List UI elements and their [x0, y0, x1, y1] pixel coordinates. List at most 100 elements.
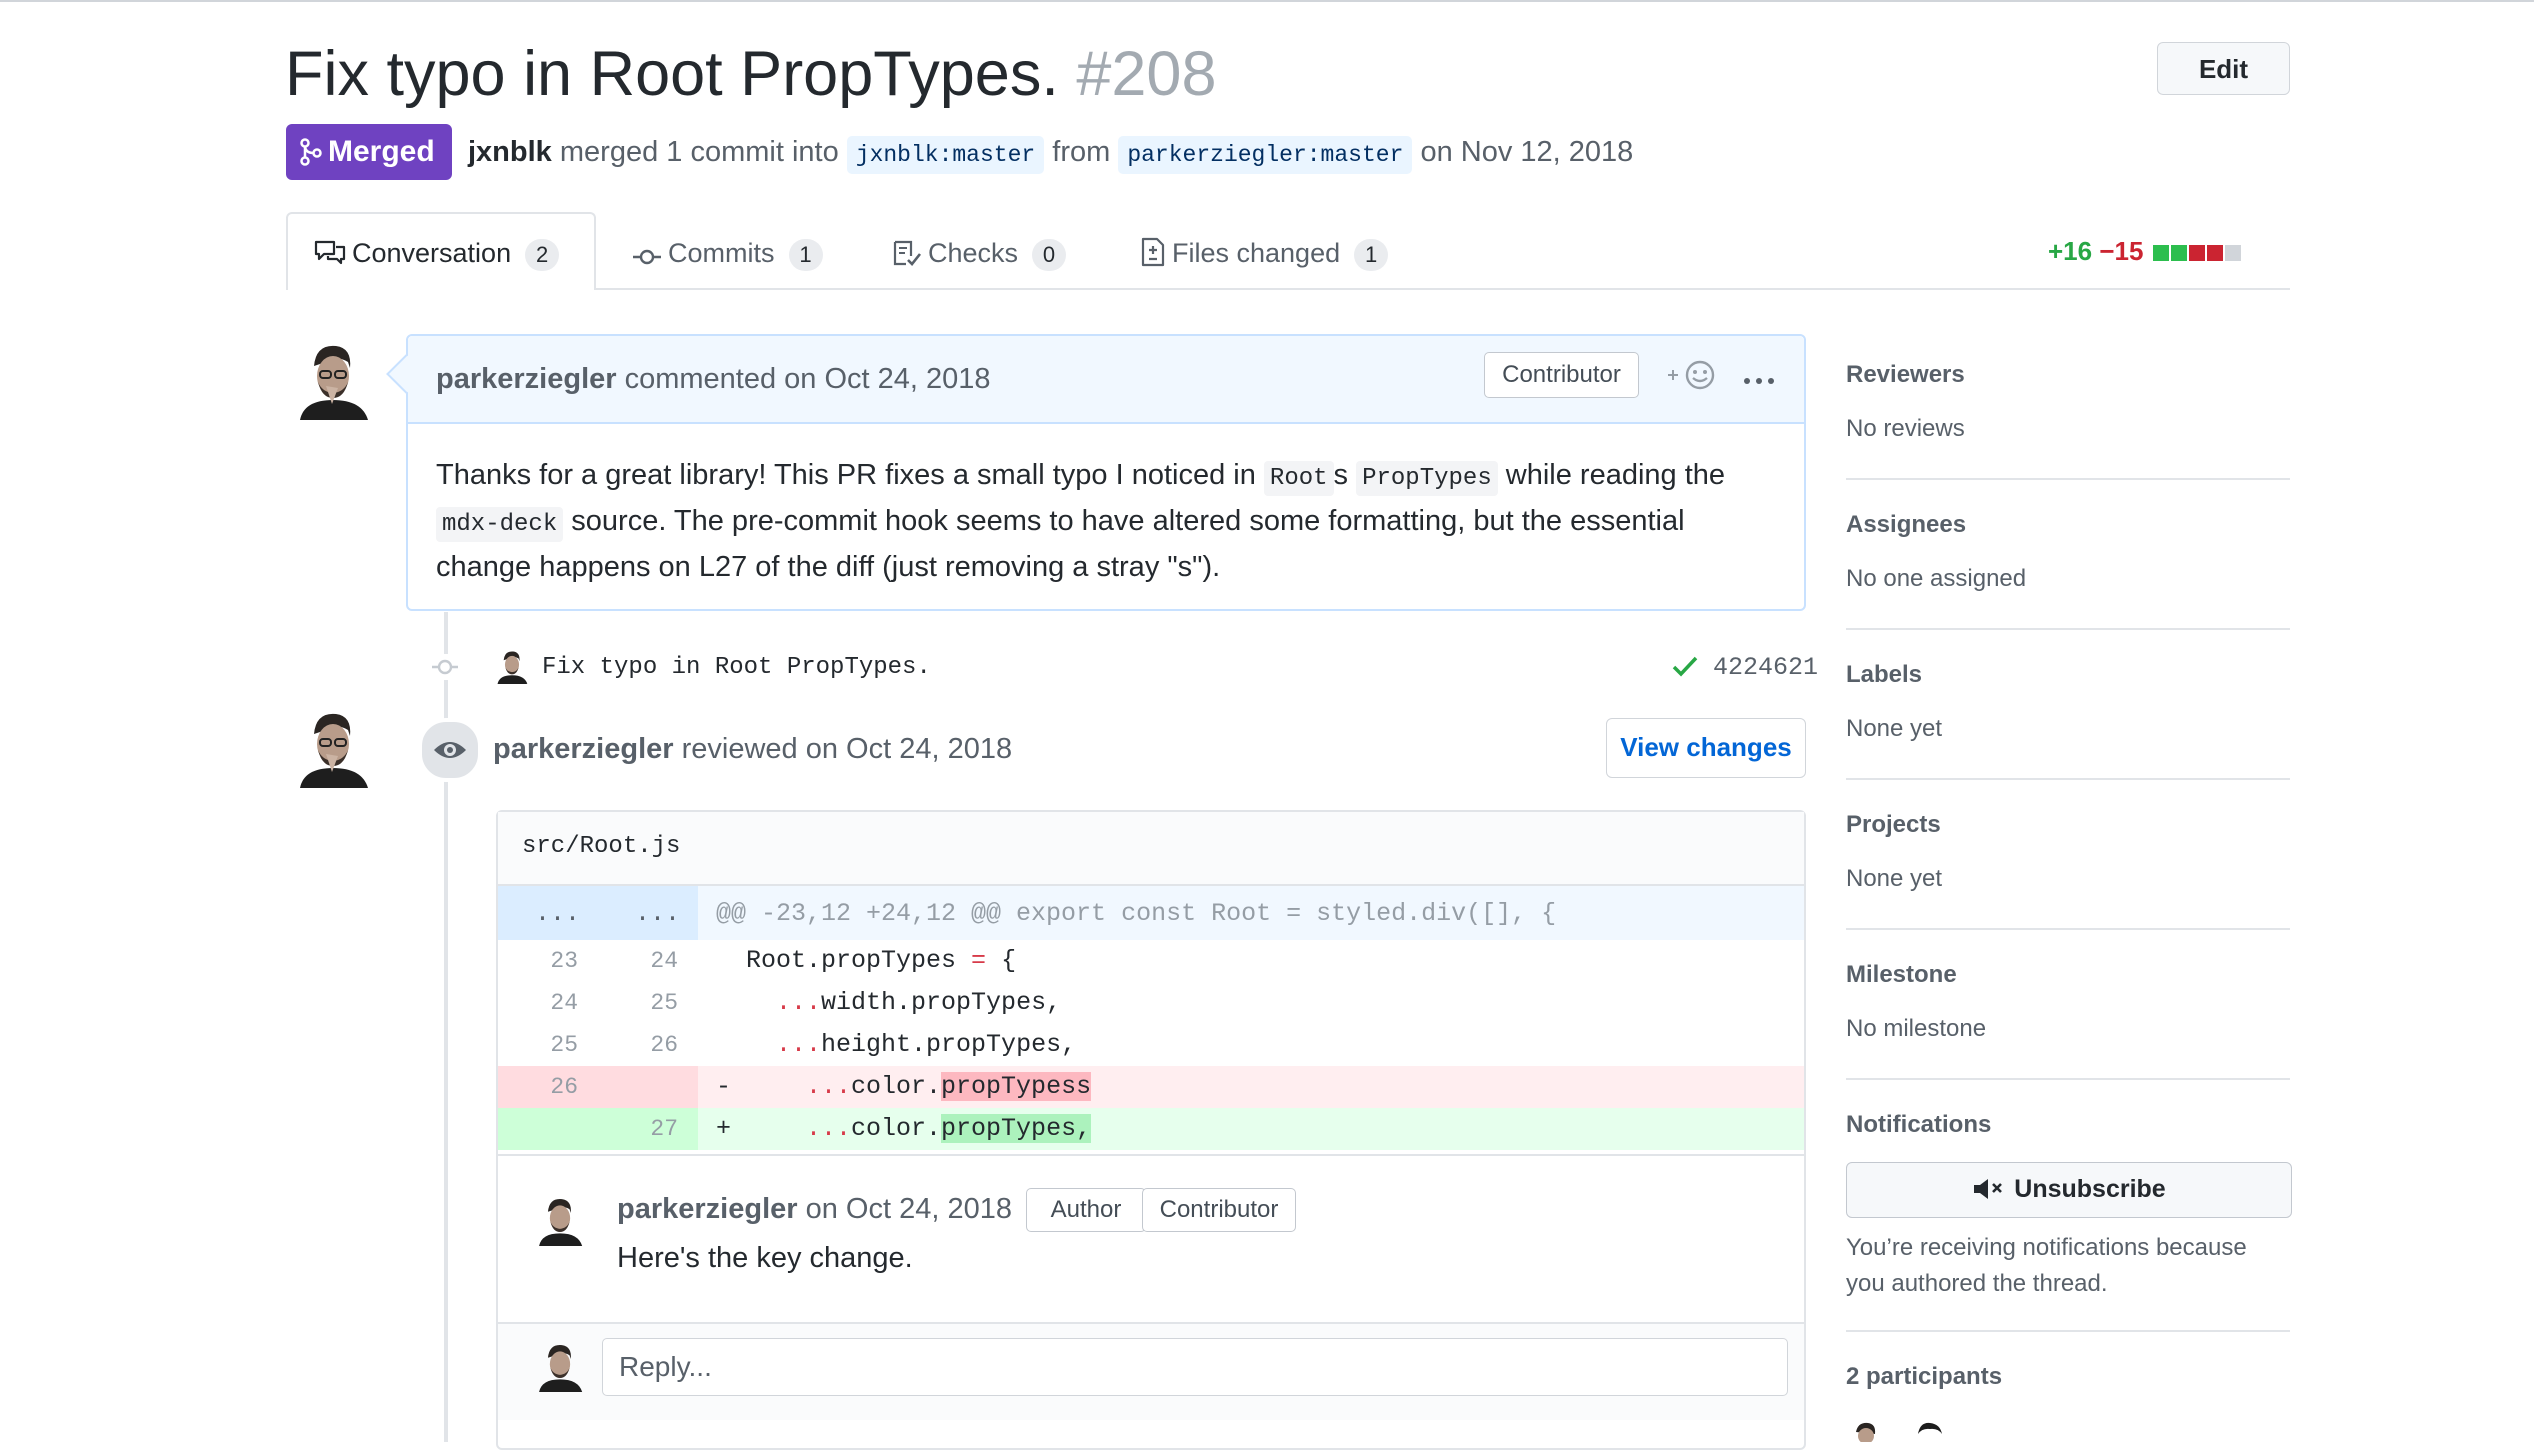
reply-avatar — [534, 1340, 586, 1392]
checklist-icon — [893, 240, 922, 266]
add-reaction-icon[interactable] — [1664, 357, 1720, 398]
tab-counter: 0 — [1032, 239, 1067, 271]
new-line-number[interactable]: 27 — [598, 1108, 678, 1150]
reviewers-title[interactable]: Reviewers — [1846, 360, 1965, 390]
code-text: Root.propTypes = { — [716, 946, 1017, 975]
diffstat-block-del — [2206, 245, 2223, 261]
merged-status-badge: Merged — [286, 124, 452, 180]
inline-code: mdx-deck — [436, 507, 564, 542]
projects-title[interactable]: Projects — [1846, 810, 1941, 840]
pr-title-text: Fix typo in Root PropTypes. — [285, 39, 1059, 109]
inline-code: Root — [1263, 461, 1334, 496]
diff-line: 24 25 ...width.propTypes, — [498, 982, 1804, 1024]
tab-counter: 1 — [788, 239, 823, 271]
tab-label: Files changed — [1172, 238, 1341, 268]
commit-avatar[interactable] — [494, 648, 530, 684]
additions-count: +16 — [2048, 236, 2093, 266]
old-line-number[interactable]: 25 — [498, 1024, 578, 1066]
comment-text: source. The pre-commit hook seems to hav… — [436, 505, 1685, 583]
author-label: Author — [1026, 1188, 1146, 1232]
tab-files-changed[interactable]: Files changed 1 — [1140, 236, 1389, 271]
comment-timestamp[interactable]: commented on Oct 24, 2018 — [625, 363, 991, 395]
old-line-number[interactable]: 24 — [498, 982, 578, 1024]
participant-avatar[interactable] — [1910, 1422, 1950, 1442]
git-commit-icon — [432, 654, 458, 680]
hunk-expand-left[interactable]: ... — [535, 893, 580, 935]
reviewer-avatar[interactable] — [292, 706, 374, 788]
view-changes-button[interactable]: View changes — [1606, 718, 1806, 778]
spread-operator: ... — [776, 1030, 822, 1059]
projects-value: None yet — [1846, 865, 1943, 892]
diff-file-header — [498, 812, 1804, 886]
code-text: ...color.propTypes, — [806, 1114, 1092, 1143]
unsubscribe-button[interactable]: Unsubscribe — [1846, 1162, 2292, 1218]
inline-comment-avatar[interactable] — [534, 1194, 586, 1246]
comment-text: s — [1333, 459, 1357, 491]
new-line-number[interactable]: 26 — [598, 1024, 678, 1066]
review-badge — [418, 718, 482, 782]
diff-code: ...color.propTypes, — [746, 1108, 1092, 1150]
merge-text: merged 1 commit into — [559, 136, 839, 168]
spread-operator: ... — [806, 1072, 852, 1101]
tab-counter: 1 — [1354, 239, 1389, 271]
sidebar-divider — [1846, 478, 2290, 480]
hunk-expand-right[interactable]: ... — [635, 893, 680, 935]
labels-title[interactable]: Labels — [1846, 660, 1922, 690]
reviewers-value: No reviews — [1846, 415, 1965, 442]
inline-code: PropTypes — [1356, 461, 1498, 496]
milestone-title[interactable]: Milestone — [1846, 960, 1957, 990]
unsubscribe-label: Unsubscribe — [2014, 1175, 2166, 1203]
comment-body: Thanks for a great library! This PR fixe… — [436, 454, 1786, 588]
new-line-number[interactable]: 24 — [598, 940, 678, 982]
inline-comment-date[interactable]: on Oct 24, 2018 — [806, 1193, 1012, 1225]
avatar[interactable] — [292, 338, 374, 420]
git-merge-icon — [300, 138, 322, 166]
commit-sha[interactable]: 4224621 — [1713, 653, 1818, 682]
diff-sign: + — [716, 1114, 732, 1143]
review-author[interactable]: parkerziegler — [493, 733, 674, 765]
merged-label: Merged — [328, 135, 435, 168]
spread-operator: ... — [776, 988, 822, 1017]
check-icon — [1672, 656, 1698, 677]
diff-line: 25 26 ...height.propTypes, — [498, 1024, 1804, 1066]
diff-line-deleted: 26 - ...color.propTypess — [498, 1066, 1804, 1108]
tab-counter: 2 — [525, 239, 560, 271]
file-diff-icon — [1141, 237, 1165, 267]
kebab-menu-icon[interactable] — [1742, 362, 1776, 392]
commit-message[interactable]: Fix typo in Root PropTypes. — [542, 652, 931, 684]
tab-checks[interactable]: Checks 0 — [892, 236, 1067, 271]
reply-input[interactable]: Reply... — [602, 1338, 1788, 1396]
diff-line: 23 24 Root.propTypes = { — [498, 940, 1804, 982]
sidebar-divider — [1846, 928, 2290, 930]
old-line-number[interactable]: 23 — [498, 940, 578, 982]
code-text: ...color.propTypess — [806, 1072, 1092, 1101]
tab-conversation[interactable]: Conversation 2 — [314, 236, 560, 271]
head-branch[interactable]: parkerziegler:master — [1118, 136, 1413, 174]
old-line-number[interactable]: 26 — [498, 1066, 578, 1108]
notifications-title: Notifications — [1846, 1111, 1992, 1138]
edit-button[interactable]: Edit — [2157, 42, 2290, 95]
diff-code: Root.propTypes = { — [716, 940, 1016, 982]
base-branch[interactable]: jxnblk:master — [846, 136, 1045, 174]
tab-commits[interactable]: Commits 1 — [632, 236, 823, 271]
assignees-title[interactable]: Assignees — [1846, 510, 1966, 540]
inline-comment-author[interactable]: parkerziegler — [617, 1193, 798, 1225]
review-timestamp[interactable]: reviewed on Oct 24, 2018 — [682, 733, 1012, 765]
diff-code: ...height.propTypes, — [716, 1024, 1076, 1066]
comment-author[interactable]: parkerziegler — [436, 363, 617, 395]
merge-date: on Nov 12, 2018 — [1420, 136, 1634, 168]
tab-label: Conversation — [352, 238, 512, 268]
comment-discussion-icon — [314, 240, 346, 265]
comment-text: Thanks for a great library! This PR fixe… — [436, 459, 1264, 491]
tab-label: Commits — [668, 238, 775, 268]
merger-link[interactable]: jxnblk — [468, 136, 552, 168]
participant-avatar[interactable] — [1846, 1422, 1886, 1444]
git-commit-icon — [633, 249, 661, 265]
file-path[interactable]: src/Root.js — [522, 830, 680, 864]
comment-text: while reading the — [1497, 459, 1726, 491]
diff-code: ...color.propTypess — [746, 1066, 1092, 1108]
new-line-number[interactable]: 25 — [598, 982, 678, 1024]
participants-avatars — [1846, 1422, 1950, 1447]
page-title: Fix typo in Root PropTypes. #208 — [285, 36, 1217, 112]
comment-author-line: parkerziegler commented on Oct 24, 2018 — [436, 360, 991, 398]
